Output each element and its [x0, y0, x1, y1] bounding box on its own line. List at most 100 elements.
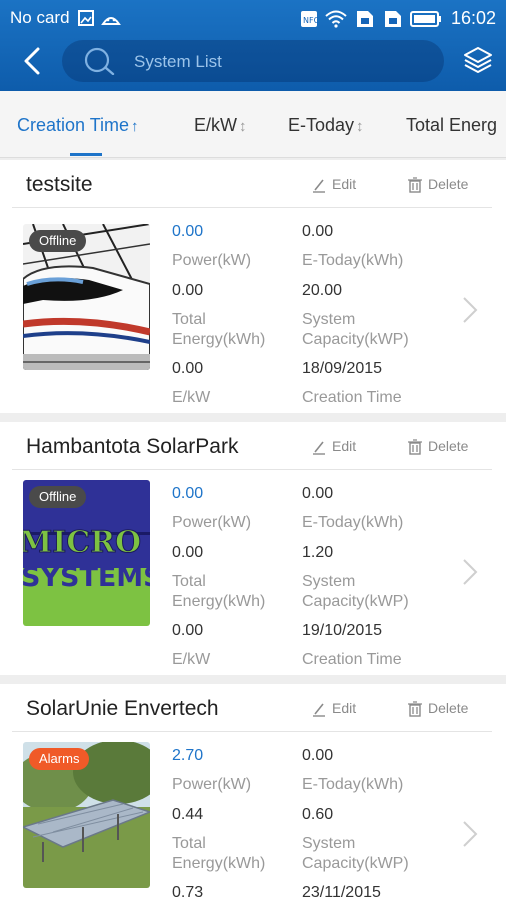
status-badge: Offline [29, 486, 87, 508]
system-card[interactable]: SolarUnie Envertech Edit Delete Alarms 2… [0, 684, 506, 900]
tab-etoday[interactable]: E-Today ↕ [288, 115, 364, 136]
logo-text-bottom: SYSTEMS [23, 562, 150, 593]
delete-button[interactable]: Delete [408, 176, 468, 193]
android-icon [101, 17, 121, 25]
etoday-value: 0.00 [302, 223, 334, 240]
creation-date-value: 18/09/2015 [302, 360, 383, 377]
edit-button[interactable]: Edit [312, 700, 356, 717]
creation-date-value: 19/10/2015 [302, 622, 383, 639]
delete-label: Delete [428, 176, 469, 192]
power-label: Power(kW) [172, 252, 252, 269]
pencil-icon [313, 179, 325, 193]
power-label: Power(kW) [172, 514, 252, 531]
status-bar: No card NFC 16:02 [0, 0, 506, 36]
total-energy-value: 0.00 [172, 544, 204, 561]
ekw-value: 0.00 [172, 360, 204, 377]
system-thumbnail-solar-field: Alarms [23, 742, 150, 888]
creation-date-value: 23/11/2015 [302, 884, 381, 900]
search-bar[interactable]: System List [62, 40, 444, 82]
clock: 16:02 [450, 8, 496, 28]
sim-2-icon [385, 11, 401, 27]
system-thumbnail-train: Offline [23, 224, 150, 370]
tab-label: Total Energ [406, 115, 498, 135]
edit-label: Edit [332, 438, 357, 454]
search-placeholder: System List [134, 52, 222, 71]
pencil-icon [313, 441, 325, 455]
capacity-label: System Capacity(kWP) [302, 311, 409, 348]
etoday-label: E-Today(kWh) [302, 252, 404, 269]
ekw-label: E/kW [172, 389, 211, 406]
total-energy-label: Total Energy(kWh) [172, 573, 266, 610]
chevron-right-icon[interactable] [460, 557, 480, 587]
back-arrow-icon[interactable] [18, 44, 48, 78]
delete-button[interactable]: Delete [408, 700, 468, 717]
total-energy-value: 0.00 [172, 282, 204, 299]
sort-arrow-icon: ↑ [131, 118, 139, 135]
capacity-label: System Capacity(kWP) [302, 573, 409, 610]
power-value: 0.00 [172, 223, 204, 240]
tab-total-energy[interactable]: Total Energ [406, 115, 497, 136]
wifi-icon [325, 10, 347, 28]
trash-icon [408, 439, 422, 455]
edit-button[interactable]: Edit [312, 438, 356, 455]
sort-arrow-icon: ↕ [239, 118, 247, 135]
tab-label: Creation Time [17, 115, 130, 135]
sort-tabs: Creation Time ↑ E/kW ↕ E-Today ↕ Total Ener… [0, 91, 506, 158]
card-header: testsite Edit Delete [12, 160, 492, 208]
sim-1-icon [357, 11, 373, 27]
chevron-right-icon[interactable] [460, 295, 480, 325]
app-header: No card NFC 16:02 System List [0, 0, 506, 91]
creation-date-label: Creation Time [302, 651, 402, 668]
system-card[interactable]: testsite Edit Delete Offline 0.00 Power(… [0, 160, 506, 413]
sort-arrow-icon: ↕ [356, 118, 364, 135]
search-icon [84, 47, 115, 75]
capacity-value: 20.00 [302, 282, 343, 299]
system-name: Hambantota SolarPark [26, 435, 239, 458]
gallery-icon [78, 10, 94, 26]
creation-date-label: Creation Time [302, 389, 402, 406]
battery-icon [410, 11, 441, 27]
capacity-label: System Capacity(kWP) [302, 835, 409, 872]
delete-label: Delete [428, 438, 469, 454]
status-badge: Offline [29, 230, 87, 252]
tab-creation-time[interactable]: Creation Time ↑ [17, 115, 139, 136]
system-name: SolarUnie Envertech [26, 697, 219, 720]
total-energy-value: 0.44 [172, 806, 204, 823]
trash-icon [408, 701, 422, 717]
capacity-value: 0.60 [302, 806, 334, 823]
svg-text:NFC: NFC [303, 16, 318, 25]
etoday-label: E-Today(kWh) [302, 776, 404, 793]
tab-label: E/kW [194, 115, 237, 135]
pencil-icon [313, 703, 325, 717]
total-energy-label: Total Energy(kWh) [172, 835, 266, 872]
total-energy-label: Total Energy(kWh) [172, 311, 266, 348]
power-label: Power(kW) [172, 776, 252, 793]
delete-label: Delete [428, 700, 469, 716]
trash-icon [408, 177, 422, 193]
edit-button[interactable]: Edit [312, 176, 356, 193]
etoday-value: 0.00 [302, 747, 334, 764]
system-name: testsite [26, 173, 93, 196]
capacity-value: 1.20 [302, 544, 334, 561]
etoday-value: 0.00 [302, 485, 334, 502]
power-value: 0.00 [172, 485, 204, 502]
system-thumbnail-logo: MICRO PO SYSTEMS Offline [23, 480, 150, 626]
tab-ekw[interactable]: E/kW ↕ [194, 115, 247, 136]
active-tab-indicator [70, 153, 102, 156]
ekw-value: 0.73 [172, 884, 204, 900]
logo-text-top: MICRO PO [23, 525, 150, 560]
card-header: SolarUnie Envertech Edit Delete [12, 684, 492, 732]
etoday-label: E-Today(kWh) [302, 514, 404, 531]
power-value: 2.70 [172, 747, 204, 764]
chevron-right-icon[interactable] [460, 819, 480, 849]
status-badge: Alarms [29, 748, 90, 770]
system-card[interactable]: Hambantota SolarPark Edit Delete MICRO P… [0, 422, 506, 675]
nfc-icon: NFC [301, 11, 318, 27]
delete-button[interactable]: Delete [408, 438, 468, 455]
card-header: Hambantota SolarPark Edit Delete [12, 422, 492, 470]
layers-icon[interactable] [462, 43, 494, 77]
ekw-label: E/kW [172, 651, 211, 668]
edit-label: Edit [332, 700, 357, 716]
ekw-value: 0.00 [172, 622, 204, 639]
carrier-label: No card [10, 8, 70, 27]
